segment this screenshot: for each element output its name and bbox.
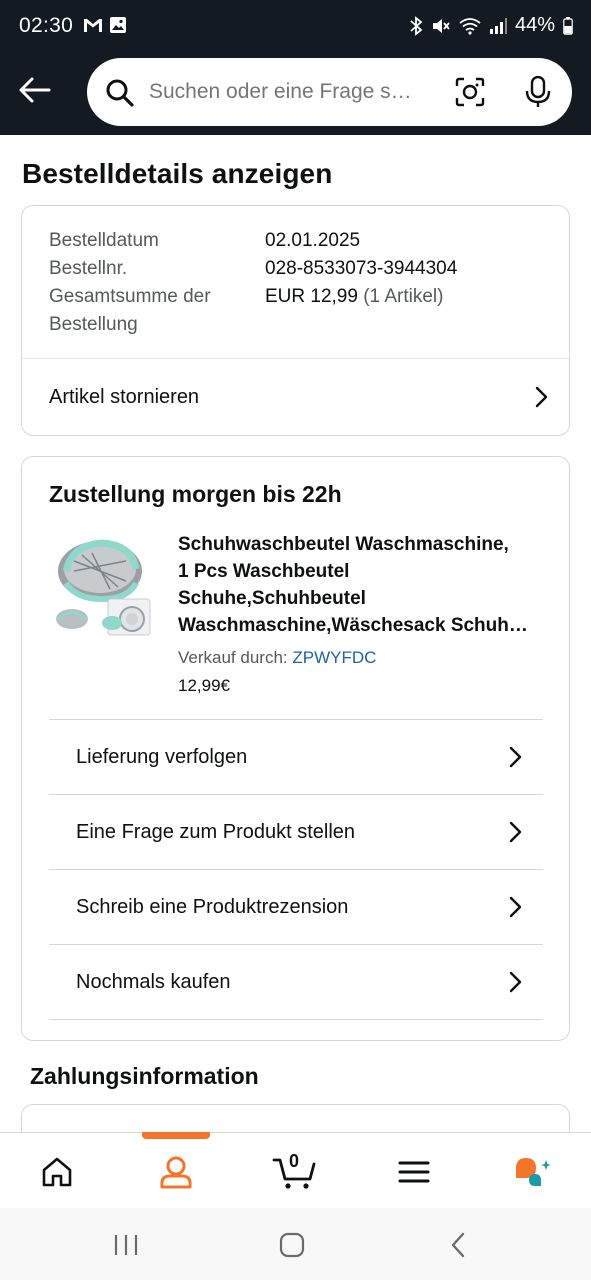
product-title[interactable]: Schuhwaschbeutel Waschmaschine, 1 Pcs Wa… [178, 531, 548, 639]
nav-rufus[interactable] [503, 1147, 563, 1197]
write-review-link[interactable]: Schreib eine Produktrezension [49, 870, 543, 944]
seller-label: Verkauf durch: [178, 648, 288, 667]
battery-level: 44% [514, 14, 555, 36]
home-system-button[interactable] [272, 1228, 312, 1262]
order-date-label: Bestelldatum [49, 230, 159, 251]
home-icon [42, 1157, 72, 1187]
header-bar [0, 54, 591, 135]
menu-icon [398, 1161, 430, 1183]
cancel-items-link[interactable]: Artikel stornieren [22, 359, 569, 435]
product-title-line: 1 Pcs Waschbeutel [178, 561, 350, 582]
seller-link[interactable]: ZPWYFDC [292, 648, 376, 667]
delivery-card: Zustellung morgen bis 22h Schuhwaschbeut… [21, 456, 570, 1041]
bottom-nav: 0 [0, 1132, 591, 1208]
page-title: Bestelldetails anzeigen [22, 158, 333, 189]
account-icon [160, 1156, 192, 1189]
delivery-title: Zustellung morgen bis 22h [49, 481, 342, 507]
divider [49, 1019, 543, 1020]
recent-apps-button[interactable] [106, 1228, 146, 1262]
back-arrow-icon [19, 77, 51, 103]
recent-apps-icon [114, 1235, 138, 1255]
back-system-button[interactable] [438, 1228, 478, 1262]
action-label: Schreib eine Produktrezension [76, 895, 349, 918]
order-total-label: Gesamtsumme der [49, 286, 211, 307]
chevron-right-icon [509, 971, 522, 993]
status-bar: 02:30 44% [0, 0, 591, 54]
order-total-amount: EUR 12,99 [265, 286, 358, 307]
order-number-label: Bestellnr. [49, 258, 128, 279]
bluetooth-icon [410, 15, 423, 36]
order-total-value: EUR 12,99 (1 Artikel) [265, 283, 443, 311]
nav-menu[interactable] [384, 1147, 444, 1197]
nav-cart[interactable]: 0 [264, 1147, 324, 1197]
search-icon [106, 79, 134, 107]
product-title-line: Schuhwaschbeutel Waschmaschine, [178, 534, 509, 555]
chevron-right-icon [509, 896, 522, 918]
buy-again-link[interactable]: Nochmals kaufen [49, 945, 543, 1019]
cancel-items-label: Artikel stornieren [49, 385, 200, 408]
order-summary-card: Bestelldatum 02.01.2025 Bestellnr. 028-8… [21, 205, 570, 436]
cart-count: 0 [289, 1151, 300, 1171]
rufus-icon [516, 1158, 551, 1186]
chevron-right-icon [535, 386, 548, 408]
wifi-icon [459, 17, 481, 35]
camera-search-icon[interactable] [454, 77, 486, 107]
status-time: 02:30 [19, 14, 74, 37]
payment-section-title: Zahlungsinformation [30, 1063, 259, 1089]
action-label: Eine Frage zum Produkt stellen [76, 820, 356, 843]
track-delivery-link[interactable]: Lieferung verfolgen [49, 720, 543, 794]
back-system-icon [451, 1232, 465, 1258]
chevron-right-icon [509, 821, 522, 843]
product-price: 12,99€ [178, 676, 230, 695]
gmail-icon [84, 19, 102, 32]
nav-account[interactable] [146, 1147, 206, 1197]
order-item-count: (1 Artikel) [363, 286, 444, 307]
search-input[interactable] [149, 76, 434, 108]
active-tab-indicator [142, 1132, 210, 1139]
order-total-label-2: Bestellung [49, 314, 138, 335]
ask-question-link[interactable]: Eine Frage zum Produkt stellen [49, 795, 543, 869]
system-nav-bar [0, 1208, 591, 1280]
seller-info: Verkauf durch: ZPWYFDC [178, 648, 376, 668]
microphone-icon[interactable] [525, 76, 551, 108]
order-date-value: 02.01.2025 [265, 230, 361, 251]
payment-card [21, 1104, 570, 1132]
signal-icon [489, 17, 507, 34]
action-label: Nochmals kaufen [76, 970, 231, 993]
gallery-icon [110, 17, 126, 33]
main-content: Bestelldetails anzeigen Bestelldatum 02.… [0, 135, 591, 1132]
chevron-right-icon [509, 746, 522, 768]
home-system-icon [279, 1232, 305, 1258]
action-label: Lieferung verfolgen [76, 745, 248, 768]
product-image[interactable] [52, 531, 154, 637]
order-number-value: 028-8533073-3944304 [265, 258, 458, 279]
back-button[interactable] [14, 70, 56, 110]
search-bar[interactable] [87, 58, 572, 126]
product-title-line: Waschmaschine,Wäschesack Schuh… [178, 615, 528, 636]
product-title-line: Schuhe,Schuhbeutel [178, 588, 366, 609]
nav-home[interactable] [27, 1147, 87, 1197]
mute-icon [432, 18, 450, 33]
battery-icon [563, 16, 573, 35]
